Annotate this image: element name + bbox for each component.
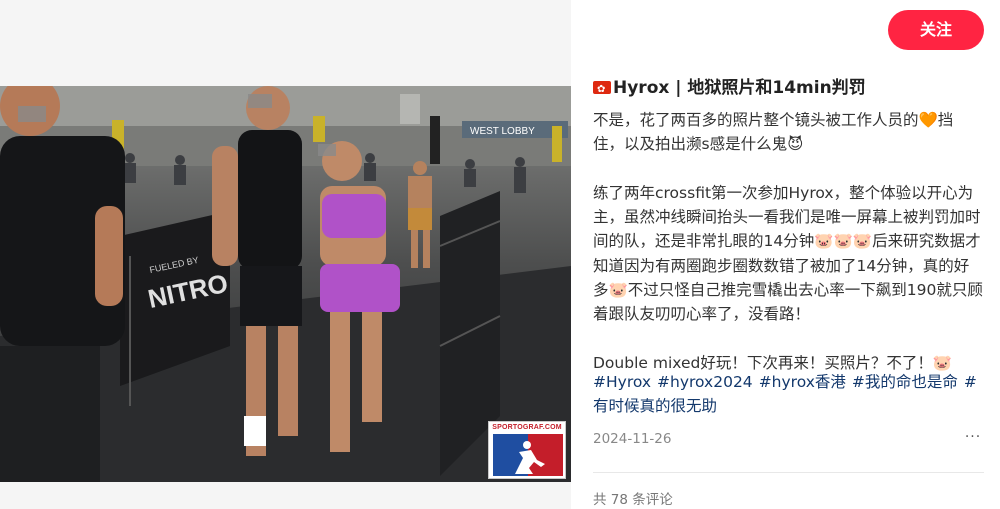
- post-body: 不是，花了两百多的照片整个镜头被工作人员的🧡挡住，以及拍出濒s感是什么鬼😈 练了…: [593, 108, 983, 375]
- divider: [593, 472, 984, 473]
- follow-button[interactable]: 关注: [888, 10, 984, 50]
- sportograf-logo: SPORTOGRAF.COM: [488, 421, 566, 479]
- yellow-banner: [313, 116, 325, 142]
- watermark-text: SPORTOGRAF.COM: [492, 424, 562, 431]
- hashtag-link[interactable]: #hyrox香港: [759, 373, 846, 391]
- sportograf-emblem-icon: [493, 434, 563, 476]
- post-title: Hyrox | 地狱照片和14min判罚: [593, 76, 983, 102]
- post-photo[interactable]: WEST LOBBY NITRO FUELED BY SPORTOGRAF.CO…: [0, 86, 571, 482]
- yellow-banner: [552, 126, 562, 162]
- post-title-text: Hyrox | 地狱照片和14min判罚: [613, 78, 866, 98]
- post-date: 2024-11-26: [593, 431, 672, 447]
- hashtag-link[interactable]: #Hyrox: [593, 373, 651, 391]
- post-paragraph: 不是，花了两百多的照片整个镜头被工作人员的🧡挡住，以及拍出濒s感是什么鬼😈: [593, 111, 954, 154]
- black-banner: [430, 116, 440, 164]
- runner-background: [408, 161, 432, 268]
- lobby-sign-text: WEST LOBBY: [470, 126, 535, 137]
- more-dots-icon[interactable]: ···: [961, 427, 985, 447]
- wall-panel: [400, 94, 420, 124]
- post-paragraph: 练了两年crossfit第一次参加Hyrox，整个体验以开心为主，虽然冲线瞬间抬…: [593, 183, 983, 324]
- post-detail-panel: 关注 Hyrox | 地狱照片和14min判罚 不是，花了两百多的照片整个镜头被…: [571, 0, 1000, 509]
- tag-list: #Hyrox #hyrox2024 #hyrox香港 #我的命也是命 #有时候真的很无助: [593, 370, 983, 419]
- hong-kong-flag-icon: [593, 78, 611, 102]
- media-panel: WEST LOBBY NITRO FUELED BY SPORTOGRAF.CO…: [0, 0, 571, 509]
- comment-count: 共 78 条评论: [593, 492, 673, 508]
- hashtag-link[interactable]: #hyrox2024: [657, 373, 753, 391]
- photo-illustration: WEST LOBBY NITRO FUELED BY: [0, 86, 571, 482]
- hashtag-link[interactable]: #我的命也是命: [852, 373, 958, 391]
